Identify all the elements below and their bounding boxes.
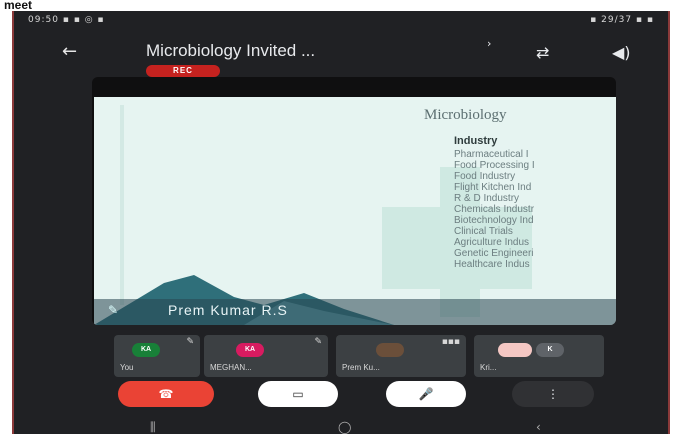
presentation-slide: Microbiology Industry Pharmaceutical I F… [94,97,616,325]
recent-apps-icon[interactable]: ⫼ [150,420,156,434]
meeting-title[interactable]: Microbiology Invited ... [146,41,315,61]
end-call-button[interactable]: ☎ [118,381,214,407]
participant-tile[interactable]: K Kri... [474,335,604,377]
status-right: ▪ 29/37 ▪ ▪ [590,15,654,25]
list-item: Food Processing I [454,160,535,171]
list-item: Pharmaceutical I [454,149,529,160]
speaker-icon[interactable]: ◀) [612,43,631,62]
meeting-header: ← Microbiology Invited ... › REC ⇄ ◀) [14,31,668,77]
speaking-indicator-icon: ▪▪▪ [441,337,460,347]
list-item: Flight Kitchen Ind [454,182,532,193]
android-nav-bar: ⫼ ◯ ‹ [14,420,668,434]
list-item: Chemicals Industr [454,204,535,215]
list-item: Biotechnology Ind [454,215,534,226]
call-controls: ☎ ▭ 🎤 ⋮ [14,381,668,411]
avatar: KA [132,343,160,357]
avatar: KA [236,343,264,357]
mic-off-icon: ✎ [186,337,194,347]
participant-tile[interactable]: ▪▪▪ Prem Ku... [336,335,466,377]
participant-tile[interactable]: KA ✎ You [114,335,200,377]
participant-name: Kri... [480,363,497,372]
slide-heading: Industry [454,135,498,147]
participant-tile[interactable]: KA ✎ MEGHAN... [204,335,328,377]
phone-screen: 09:50 ▪ ▪ ◎ ▪ ▪ 29/37 ▪ ▪ ← Microbiology… [12,11,670,434]
pin-icon[interactable]: ✎ [108,303,118,317]
page-label: meet [4,0,33,12]
avatar: K [536,343,564,357]
avatar [376,343,404,357]
list-item: R & D Industry [454,193,520,204]
shared-screen: Microbiology Industry Pharmaceutical I F… [92,77,616,325]
participant-name: You [120,363,134,372]
status-left: 09:50 ▪ ▪ ◎ ▪ [28,15,105,25]
home-icon[interactable]: ◯ [338,420,351,434]
participant-name: Prem Ku... [342,363,380,372]
status-bar: 09:50 ▪ ▪ ◎ ▪ ▪ 29/37 ▪ ▪ [14,15,668,25]
avatar-image [498,343,532,357]
back-arrow-icon[interactable]: ← [62,41,84,62]
mic-off-icon: ✎ [314,337,322,347]
slide-title: Microbiology [424,107,507,123]
presenter-name: Prem Kumar R.S [168,302,288,318]
more-options-button[interactable]: ⋮ [512,381,594,407]
mic-toggle-button[interactable]: 🎤 [386,381,466,407]
presenter-bar: ✎ Prem Kumar R.S [94,299,616,325]
camera-toggle-button[interactable]: ▭ [258,381,338,407]
back-icon[interactable]: ‹ [536,420,541,434]
participant-name: MEGHAN... [210,363,252,372]
participant-strip: KA ✎ You KA ✎ MEGHAN... ▪▪▪ Prem Ku... K… [114,335,614,377]
chevron-right-icon[interactable]: › [487,37,491,50]
list-item: Food Industry [454,171,516,182]
recording-badge: REC [146,65,220,77]
camera-switch-icon[interactable]: ⇄ [536,43,549,62]
